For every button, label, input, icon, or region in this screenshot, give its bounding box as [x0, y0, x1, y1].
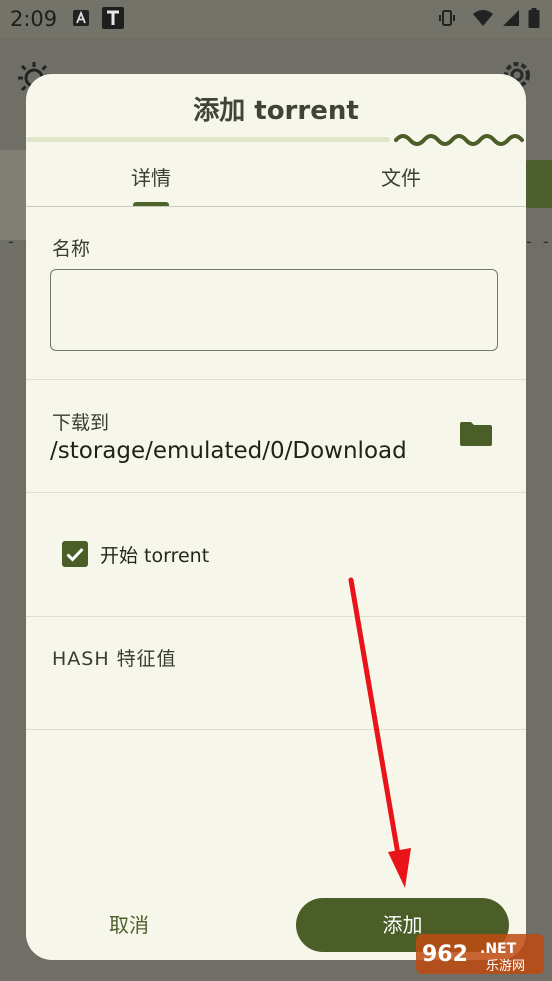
name-input[interactable] — [50, 269, 498, 351]
battery-icon — [528, 8, 540, 28]
background-dashes-right: - - — [526, 232, 552, 251]
download-path: /storage/emulated/0/Download — [50, 438, 407, 464]
start-torrent-checkbox-row[interactable]: 开始 torrent — [62, 540, 282, 570]
tab-details[interactable]: 详情 — [26, 162, 276, 191]
cancel-button[interactable]: 取消 — [74, 900, 184, 950]
vibrate-icon — [439, 10, 455, 26]
status-bar: 2:09 — [0, 0, 552, 38]
tab-bar: 详情 文件 — [26, 154, 526, 207]
section-divider — [26, 616, 526, 617]
progress-track — [26, 137, 390, 142]
add-torrent-dialog: 添加 torrent 详情 文件 名称 下载到 /storage/emulate… — [26, 74, 526, 960]
status-time: 2:09 — [10, 7, 58, 31]
watermark-logo: 962 .NET 乐游网 — [416, 934, 544, 974]
signal-icon — [503, 10, 519, 26]
background-card — [0, 150, 28, 240]
watermark-cn: 乐游网 — [486, 959, 525, 974]
watermark-number: 962 — [422, 942, 468, 967]
section-divider — [26, 492, 526, 493]
t-box-icon — [102, 7, 124, 29]
folder-icon[interactable] — [458, 420, 494, 448]
dialog-title: 添加 torrent — [193, 96, 359, 126]
tabs-divider — [26, 206, 526, 207]
progress-wave-indicator — [394, 134, 524, 146]
download-to-label: 下载到 — [52, 412, 110, 434]
section-divider — [26, 379, 526, 380]
checkbox-checked-icon[interactable] — [62, 541, 88, 567]
start-torrent-label: 开始 torrent — [100, 545, 210, 567]
name-label: 名称 — [52, 238, 91, 260]
a-box-icon — [73, 10, 89, 26]
hash-label: HASH 特征值 — [52, 648, 177, 670]
wifi-icon — [473, 10, 493, 26]
tab-files[interactable]: 文件 — [276, 162, 526, 191]
section-divider — [26, 729, 526, 730]
watermark-suffix: .NET — [480, 941, 517, 957]
